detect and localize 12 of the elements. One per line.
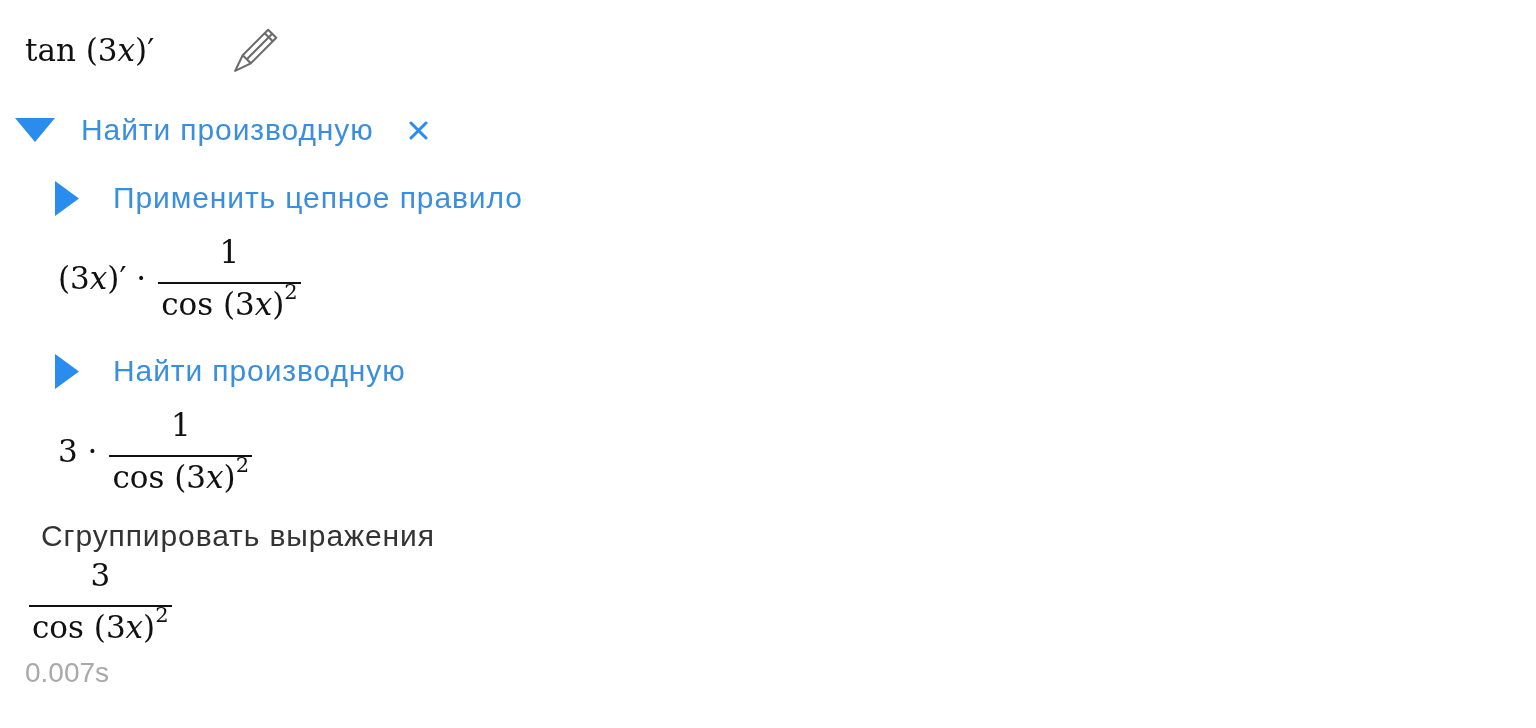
step-title[interactable]: Найти производную [113, 354, 406, 388]
math-formula: tan (3x)′ [25, 30, 155, 70]
step-title: Сгруппировать выражения [41, 518, 435, 553]
step-title[interactable]: Найти производную [81, 113, 374, 147]
triangle-icon[interactable] [55, 180, 79, 216]
close-icon[interactable] [408, 120, 428, 140]
triangle-icon[interactable] [15, 118, 55, 142]
step-title[interactable]: Применить цепное правило [113, 181, 523, 215]
timing-text: 0.007s [25, 656, 110, 690]
triangle-icon[interactable] [55, 353, 79, 389]
math-formula: 3 cos (3x)$^{2}$ [29, 555, 172, 648]
pencil-icon[interactable] [234, 28, 279, 72]
